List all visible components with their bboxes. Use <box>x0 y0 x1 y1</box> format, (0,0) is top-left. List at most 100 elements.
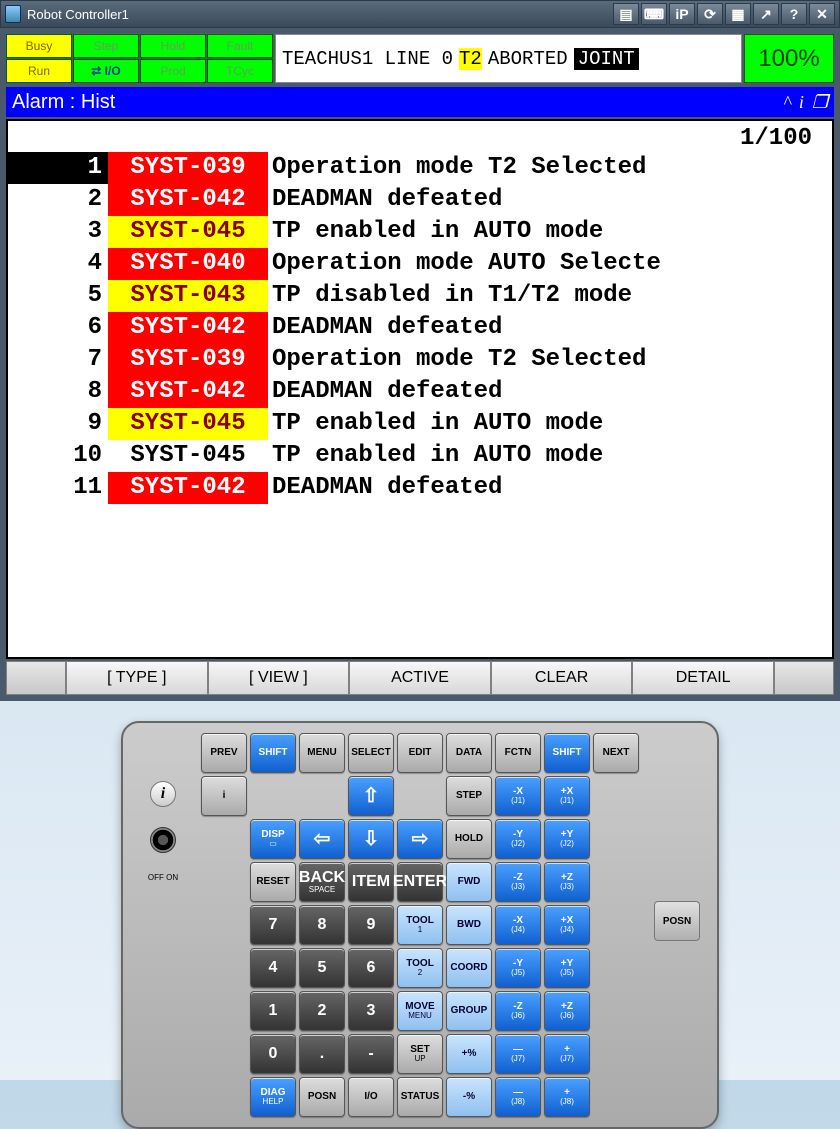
key-+-j7[interactable]: +(J7) <box>544 1034 590 1074</box>
titlebar-button-0[interactable]: ▤ <box>613 3 639 25</box>
key-group[interactable]: GROUP <box>446 991 492 1031</box>
alarm-row[interactable]: 4SYST-040Operation mode AUTO Selecte <box>8 248 832 280</box>
key-bwd[interactable]: BWD <box>446 905 492 945</box>
posn-side-button[interactable]: POSN <box>654 901 700 941</box>
info-icon[interactable]: i <box>799 92 804 113</box>
window-icon[interactable]: ❐ <box>812 92 828 113</box>
alarm-row[interactable]: 2SYST-042DEADMAN defeated <box>8 184 832 216</box>
status-io[interactable]: ⇄ I/O <box>73 59 139 83</box>
key-status[interactable]: STATUS <box>397 1077 443 1117</box>
key-+y-j5[interactable]: +Y(J5) <box>544 948 590 988</box>
key-+y-j2[interactable]: +Y(J2) <box>544 819 590 859</box>
key-+z-j3[interactable]: +Z(J3) <box>544 862 590 902</box>
key--y-j5[interactable]: -Y(J5) <box>495 948 541 988</box>
key-fctn[interactable]: FCTN <box>495 733 541 773</box>
key-9[interactable]: 9 <box>348 905 394 945</box>
key-[interactable]: . <box>299 1034 345 1074</box>
off-on-knob[interactable] <box>150 827 176 853</box>
alarm-row[interactable]: 6SYST-042DEADMAN defeated <box>8 312 832 344</box>
key--y-j2[interactable]: -Y(J2) <box>495 819 541 859</box>
titlebar-button-3[interactable]: ⟳ <box>697 3 723 25</box>
status-hold[interactable]: Hold <box>140 34 206 58</box>
status-tcyc[interactable]: TCyc <box>207 59 273 83</box>
alarm-row[interactable]: 9SYST-045TP enabled in AUTO mode <box>8 408 832 440</box>
action-view[interactable]: [ VIEW ] <box>208 661 350 695</box>
titlebar-button-4[interactable]: ▦ <box>725 3 751 25</box>
key-+x-j4[interactable]: +X(J4) <box>544 905 590 945</box>
key-tool-1[interactable]: TOOL1 <box>397 905 443 945</box>
key-[interactable]: ⇦ <box>299 819 345 859</box>
alarm-row[interactable]: 7SYST-039Operation mode T2 Selected <box>8 344 832 376</box>
alarm-row[interactable]: 1SYST-039Operation mode T2 Selected <box>8 152 832 184</box>
titlebar-button-6[interactable]: ? <box>781 3 807 25</box>
alarm-row[interactable]: 10SYST-045TP enabled in AUTO mode <box>8 440 832 472</box>
key-[interactable]: ⇧ <box>348 776 394 816</box>
key-next[interactable]: NEXT <box>593 733 639 773</box>
alarm-row[interactable]: 11SYST-042DEADMAN defeated <box>8 472 832 504</box>
titlebar-button-7[interactable]: ✕ <box>809 3 835 25</box>
key-shift[interactable]: SHIFT <box>544 733 590 773</box>
key-io[interactable]: I/O <box>348 1077 394 1117</box>
action-detail[interactable]: DETAIL <box>632 661 774 695</box>
key-+[interactable]: +% <box>446 1034 492 1074</box>
key-shift[interactable]: SHIFT <box>250 733 296 773</box>
key--j7[interactable]: —(J7) <box>495 1034 541 1074</box>
key-back-space[interactable]: BACKSPACE <box>299 862 345 902</box>
titlebar-button-1[interactable]: ⌨ <box>641 3 667 25</box>
key-0[interactable]: 0 <box>250 1034 296 1074</box>
key-set-up[interactable]: SETUP <box>397 1034 443 1074</box>
key--j8[interactable]: —(J8) <box>495 1077 541 1117</box>
status-fault[interactable]: Fault <box>207 34 273 58</box>
titlebar-button-2[interactable]: iP <box>669 3 695 25</box>
key-posn[interactable]: POSN <box>299 1077 345 1117</box>
status-step[interactable]: Step <box>73 34 139 58</box>
action-clear[interactable]: CLEAR <box>491 661 633 695</box>
key--x-j1[interactable]: -X(J1) <box>495 776 541 816</box>
key-item[interactable]: ITEM <box>348 862 394 902</box>
key-edit[interactable]: EDIT <box>397 733 443 773</box>
alarm-list[interactable]: 1/100 1SYST-039Operation mode T2 Selecte… <box>6 119 834 659</box>
key-4[interactable]: 4 <box>250 948 296 988</box>
key--[interactable]: - <box>348 1034 394 1074</box>
caret-up-icon[interactable]: ^ <box>783 92 791 113</box>
key-2[interactable]: 2 <box>299 991 345 1031</box>
info-round-icon[interactable]: i <box>150 781 176 807</box>
key--z-j6[interactable]: -Z(J6) <box>495 991 541 1031</box>
key-[interactable]: ⇩ <box>348 819 394 859</box>
key-hold[interactable]: HOLD <box>446 819 492 859</box>
key-+z-j6[interactable]: +Z(J6) <box>544 991 590 1031</box>
key-diag-help[interactable]: DIAGHELP <box>250 1077 296 1117</box>
key-[interactable]: ⇨ <box>397 819 443 859</box>
key-move-menu[interactable]: MOVEMENU <box>397 991 443 1031</box>
key-6[interactable]: 6 <box>348 948 394 988</box>
key-data[interactable]: DATA <box>446 733 492 773</box>
key-prev[interactable]: PREV <box>201 733 247 773</box>
key-1[interactable]: 1 <box>250 991 296 1031</box>
key-menu[interactable]: MENU <box>299 733 345 773</box>
key-enter[interactable]: ENTER <box>397 862 443 902</box>
key-select[interactable]: SELECT <box>348 733 394 773</box>
alarm-row[interactable]: 8SYST-042DEADMAN defeated <box>8 376 832 408</box>
status-busy[interactable]: Busy <box>6 34 72 58</box>
key-3[interactable]: 3 <box>348 991 394 1031</box>
status-run[interactable]: Run <box>6 59 72 83</box>
key-coord[interactable]: COORD <box>446 948 492 988</box>
alarm-row[interactable]: 5SYST-043TP disabled in T1/T2 mode <box>8 280 832 312</box>
key--x-j4[interactable]: -X(J4) <box>495 905 541 945</box>
key-7[interactable]: 7 <box>250 905 296 945</box>
key-step[interactable]: STEP <box>446 776 492 816</box>
action-type[interactable]: [ TYPE ] <box>66 661 208 695</box>
key-+x-j1[interactable]: +X(J1) <box>544 776 590 816</box>
key-reset[interactable]: RESET <box>250 862 296 902</box>
key-i[interactable]: i <box>201 776 247 816</box>
key-tool-2[interactable]: TOOL2 <box>397 948 443 988</box>
key--z-j3[interactable]: -Z(J3) <box>495 862 541 902</box>
action-active[interactable]: ACTIVE <box>349 661 491 695</box>
status-prod[interactable]: Prod <box>140 59 206 83</box>
titlebar-button-5[interactable]: ↗ <box>753 3 779 25</box>
key-8[interactable]: 8 <box>299 905 345 945</box>
alarm-row[interactable]: 3SYST-045TP enabled in AUTO mode <box>8 216 832 248</box>
key-+-j8[interactable]: +(J8) <box>544 1077 590 1117</box>
key-fwd[interactable]: FWD <box>446 862 492 902</box>
key-5[interactable]: 5 <box>299 948 345 988</box>
